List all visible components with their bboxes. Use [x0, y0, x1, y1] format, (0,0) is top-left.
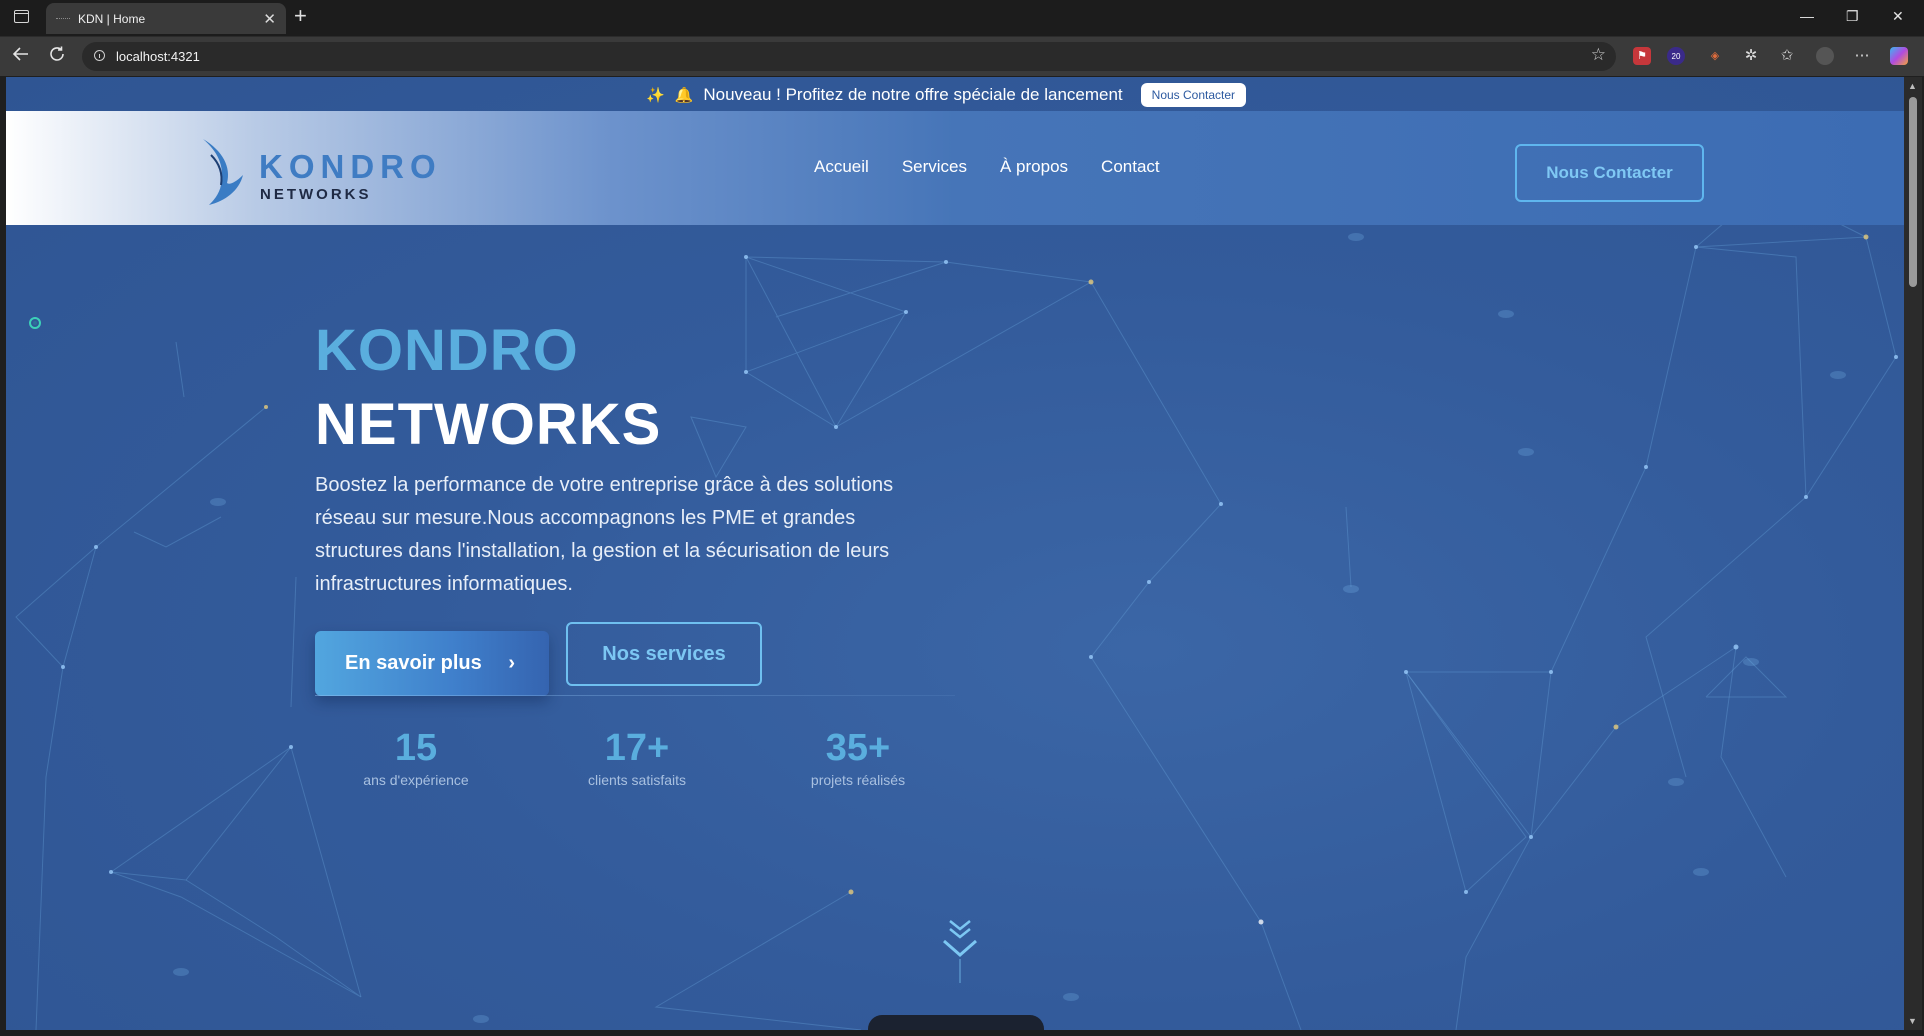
copilot-icon[interactable] [1890, 47, 1908, 65]
nav-link-services[interactable]: Services [902, 157, 967, 177]
scrollbar-thumb[interactable] [1909, 97, 1917, 287]
chevron-right-icon: › [508, 652, 515, 674]
site-header: KONDRO NETWORKS Accueil Services À propo… [6, 111, 1904, 225]
stat-projects: 35+ projets réalisés [758, 727, 958, 788]
floating-toolbar[interactable] [868, 1015, 1044, 1030]
learn-more-label: En savoir plus [345, 652, 482, 674]
stat-experience: 15 ans d'expérience [316, 727, 516, 788]
logo[interactable]: KONDRO NETWORKS [199, 137, 499, 209]
announcement-text: Nouveau ! Profitez de notre offre spécia… [703, 85, 1123, 104]
extension-badge-count: 20 [1671, 52, 1681, 61]
announcement-bar: ✨ 🔔 Nouveau ! Profitez de notre offre sp… [6, 77, 1904, 111]
nav-link-accueil[interactable]: Accueil [814, 157, 869, 177]
stat-label: ans d'expérience [363, 772, 469, 788]
side-indicator-icon[interactable] [29, 317, 41, 329]
hero-description: Boostez la performance de votre entrepri… [315, 474, 894, 595]
more-menu-icon[interactable]: ⋯ [1853, 47, 1871, 65]
star-icon[interactable]: ☆ [1591, 45, 1606, 65]
tab-close-icon[interactable]: ✕ [263, 10, 276, 28]
main-nav: Accueil Services À propos Contact [814, 157, 1160, 177]
tab-favicon [56, 18, 70, 19]
logo-subwordmark: NETWORKS [260, 186, 372, 203]
close-window-button[interactable]: ✕ [1892, 8, 1904, 25]
hero-divider [315, 695, 955, 696]
logo-bird-icon [203, 139, 243, 205]
extensions-puzzle-icon[interactable]: ✲ [1742, 47, 1760, 65]
address-bar[interactable]: localhost:4321 ☆ [82, 42, 1616, 71]
hero-title-line2: NETWORKS [315, 392, 662, 457]
stat-value: 15 [394, 727, 438, 769]
favorites-icon[interactable]: ✩ [1778, 47, 1796, 65]
stat-value: 35+ [825, 727, 891, 769]
info-icon[interactable] [94, 50, 105, 61]
minimize-button[interactable]: — [1800, 8, 1814, 24]
announcement-contact-button[interactable]: Nous Contacter [1140, 83, 1247, 107]
nav-link-a-propos[interactable]: À propos [1000, 157, 1068, 177]
extension-shield-icon[interactable]: ◈ [1706, 47, 1724, 65]
header-contact-button[interactable]: Nous Contacter [1515, 144, 1704, 202]
browser-tab-bar: KDN | Home ✕ + — ❐ ✕ [0, 0, 1924, 37]
bell-icon: 🔔 [674, 87, 694, 104]
stat-value: 17+ [604, 727, 670, 769]
scroll-down-arrow-icon[interactable]: ▼ [1908, 1016, 1917, 1026]
profile-avatar-icon[interactable] [1816, 47, 1834, 65]
nav-link-contact[interactable]: Contact [1101, 157, 1160, 177]
back-arrow-icon[interactable] [12, 45, 30, 69]
extension-badge-icon[interactable]: 20 [1667, 47, 1685, 65]
scroll-up-arrow-icon[interactable]: ▲ [1908, 81, 1917, 91]
our-services-button[interactable]: Nos services [566, 622, 762, 686]
page-scrollbar[interactable]: ▲ ▼ [1904, 77, 1922, 1030]
hero-title-line1: KONDRO [315, 318, 579, 383]
new-tab-button[interactable]: + [294, 3, 307, 29]
reload-icon[interactable] [48, 45, 66, 69]
extension-red-icon[interactable]: ⚑ [1633, 47, 1651, 65]
browser-tab[interactable]: KDN | Home ✕ [46, 3, 286, 34]
restore-button[interactable]: ❐ [1846, 8, 1859, 25]
stat-label: projets réalisés [810, 772, 906, 788]
url-text: localhost:4321 [116, 49, 200, 64]
page-viewport: ✨ 🔔 Nouveau ! Profitez de notre offre sp… [6, 77, 1904, 1030]
window-icon[interactable] [14, 10, 29, 23]
stat-clients: 17+ clients satisfaits [537, 727, 737, 788]
address-toolbar: localhost:4321 ☆ ⚑ 20 ◈ ✲ ✩ ⋯ [0, 37, 1924, 76]
learn-more-button[interactable]: En savoir plus › [315, 631, 549, 696]
scroll-down-icon[interactable] [938, 915, 982, 995]
logo-wordmark: KONDRO [259, 148, 442, 185]
sparkle-icon: ✨ [646, 87, 665, 104]
tab-title: KDN | Home [78, 12, 146, 26]
stat-label: clients satisfaits [587, 772, 687, 788]
